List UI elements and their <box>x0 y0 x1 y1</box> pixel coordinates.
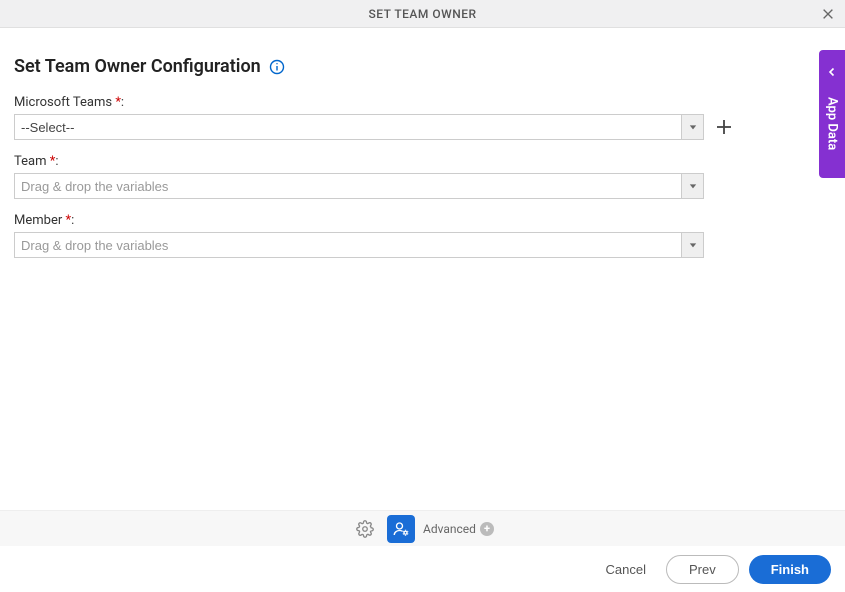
add-microsoft-teams-button[interactable] <box>714 117 734 137</box>
settings-tab-button[interactable] <box>351 515 379 543</box>
app-data-panel-toggle[interactable]: App Data <box>819 50 845 178</box>
advanced-label: Advanced <box>423 522 476 536</box>
microsoft-teams-input-row <box>14 114 831 140</box>
member-label-text: Member <box>14 213 62 228</box>
microsoft-teams-dropdown-toggle[interactable] <box>681 115 703 139</box>
chevron-down-icon <box>689 182 697 190</box>
field-team: Team *: <box>14 154 831 199</box>
field-member: Member *: <box>14 213 831 258</box>
member-dropdown-toggle[interactable] <box>681 233 703 257</box>
dialog-title: SET TEAM OWNER <box>368 7 476 21</box>
user-gear-icon <box>392 520 410 538</box>
team-label-text: Team <box>14 154 47 169</box>
user-settings-tab-button[interactable] <box>387 515 415 543</box>
colon: : <box>55 154 58 169</box>
dialog-content: Set Team Owner Configuration Microsoft T… <box>0 28 845 258</box>
microsoft-teams-select[interactable] <box>14 114 704 140</box>
plus-icon <box>715 118 733 136</box>
cancel-button[interactable]: Cancel <box>596 556 656 583</box>
team-dropdown-toggle[interactable] <box>681 174 703 198</box>
page-title-row: Set Team Owner Configuration <box>14 56 831 77</box>
prev-button[interactable]: Prev <box>666 555 739 584</box>
page-title: Set Team Owner Configuration <box>14 56 261 77</box>
gear-icon <box>356 520 374 538</box>
microsoft-teams-input[interactable] <box>15 115 681 139</box>
member-input[interactable] <box>15 233 681 257</box>
close-icon <box>821 7 835 21</box>
team-input[interactable] <box>15 174 681 198</box>
field-microsoft-teams: Microsoft Teams *: <box>14 95 831 140</box>
dialog-header: SET TEAM OWNER <box>0 0 845 28</box>
plus-circle-icon: + <box>480 522 494 536</box>
member-label: Member *: <box>14 213 831 228</box>
chevron-down-icon <box>689 241 697 249</box>
close-button[interactable] <box>819 5 837 23</box>
finish-button[interactable]: Finish <box>749 555 831 584</box>
microsoft-teams-label: Microsoft Teams *: <box>14 95 831 110</box>
advanced-toggle[interactable]: Advanced + <box>423 522 494 536</box>
team-label: Team *: <box>14 154 831 169</box>
info-icon[interactable] <box>269 59 285 75</box>
member-input-row <box>14 232 831 258</box>
chevron-left-icon <box>827 62 837 81</box>
colon: : <box>71 213 74 228</box>
dialog-footer: Cancel Prev Finish <box>0 546 845 592</box>
team-select[interactable] <box>14 173 704 199</box>
microsoft-teams-label-text: Microsoft Teams <box>14 95 112 110</box>
colon: : <box>121 95 124 110</box>
bottom-toolbar: Advanced + <box>0 510 845 546</box>
member-select[interactable] <box>14 232 704 258</box>
chevron-down-icon <box>689 123 697 131</box>
team-input-row <box>14 173 831 199</box>
app-data-label: App Data <box>825 97 840 150</box>
